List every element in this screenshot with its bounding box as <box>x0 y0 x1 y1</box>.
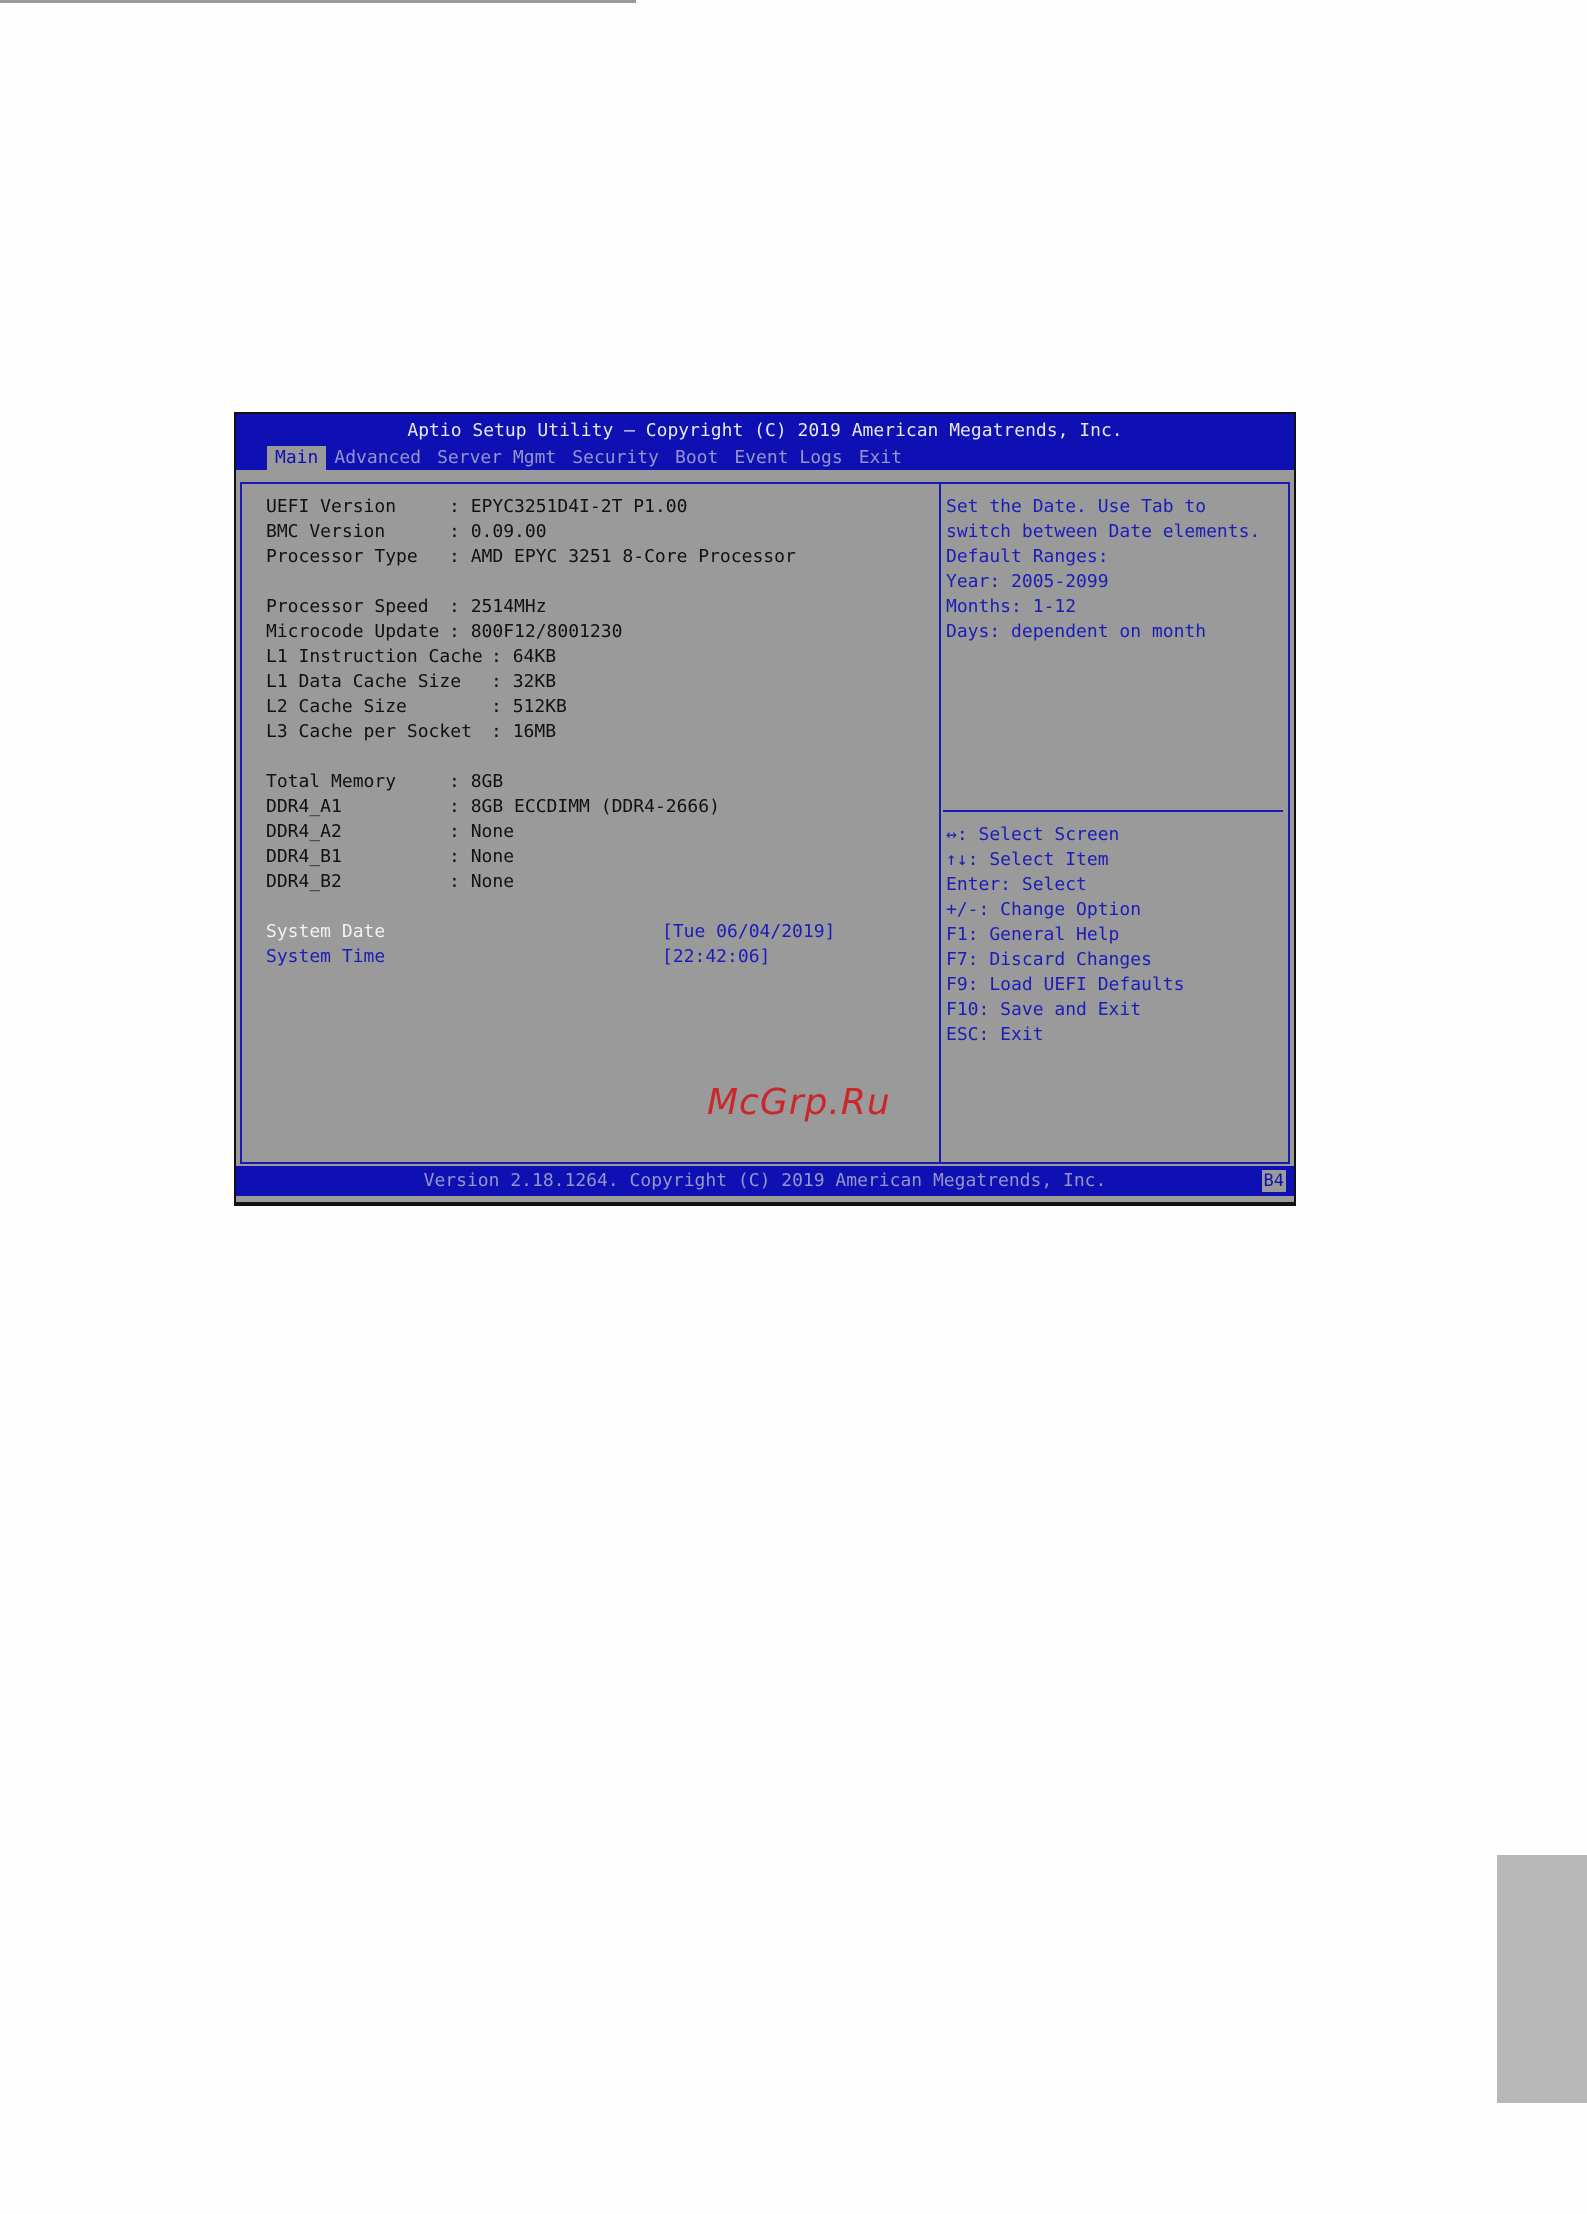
info-separator: : <box>491 646 513 667</box>
system-time-value[interactable]: [22:42:06] <box>662 944 770 969</box>
info-row-l1-data-cache-size: L1 Data Cache Size: 32KB <box>266 669 556 694</box>
key-help-save-exit: F10: Save and Exit <box>946 999 1142 1020</box>
system-date-label[interactable]: System Date <box>266 919 385 944</box>
help-text-line: Year: 2005-2099 <box>946 571 1109 592</box>
info-row-uefi-version: UEFI Version: EPYC3251D4I-2T P1.00 <box>266 494 687 519</box>
info-value: 512KB <box>512 696 567 717</box>
info-row-processor-type: Processor Type: AMD EPYC 3251 8-Core Pro… <box>266 544 796 569</box>
footer-badge: B4 <box>1261 1170 1286 1192</box>
info-row-ddr4-b1: DDR4_B1: None <box>266 844 514 869</box>
footer-version-text: Version 2.18.1264. Copyright (C) 2019 Am… <box>423 1170 1107 1191</box>
info-label: Total Memory <box>266 771 397 792</box>
info-label: DDR4_B2 <box>266 871 342 892</box>
tab-event-logs[interactable]: Event Logs <box>726 446 850 470</box>
key-help-discard-changes: F7: Discard Changes <box>946 949 1152 970</box>
tab-advanced[interactable]: Advanced <box>326 446 429 470</box>
info-row-ddr4-a1: DDR4_A1: 8GB ECCDIMM (DDR4-2666) <box>266 794 720 819</box>
help-text-line: switch between Date elements. <box>946 521 1261 542</box>
info-row-microcode-update: Microcode Update: 800F12/8001230 <box>266 619 622 644</box>
info-label: Processor Speed <box>266 596 429 617</box>
system-date-value[interactable]: [Tue 06/04/2019] <box>662 919 835 944</box>
info-label: UEFI Version <box>266 496 397 517</box>
info-row-l2-cache-size: L2 Cache Size: 512KB <box>266 694 567 719</box>
info-row-bmc-version: BMC Version: 0.09.00 <box>266 519 547 544</box>
info-value: None <box>470 871 515 892</box>
help-text-line: Set the Date. Use Tab to <box>946 496 1207 517</box>
info-label: L3 Cache per Socket <box>266 721 472 742</box>
info-row-processor-speed: Processor Speed: 2514MHz <box>266 594 547 619</box>
info-label: L1 Data Cache Size <box>266 671 462 692</box>
tab-exit[interactable]: Exit <box>851 446 910 470</box>
key-help-select-item: ↑↓: Select Item <box>946 849 1109 870</box>
info-separator: : <box>491 696 513 717</box>
bios-title: Aptio Setup Utility – Copyright (C) 2019… <box>407 420 1123 441</box>
tab-boot[interactable]: Boot <box>667 446 726 470</box>
info-separator: : <box>449 846 471 867</box>
info-label: L2 Cache Size <box>266 696 407 717</box>
info-separator: : <box>449 621 471 642</box>
info-value: None <box>470 821 515 842</box>
info-separator: : <box>491 671 513 692</box>
info-label: Processor Type <box>266 546 418 567</box>
help-panel: Set the Date. Use Tab to switch between … <box>939 482 1290 1164</box>
help-text-line: Days: dependent on month <box>946 621 1207 642</box>
info-separator: : <box>449 546 471 567</box>
info-value: 8GB ECCDIMM (DDR4-2666) <box>470 796 720 817</box>
info-value: 16MB <box>512 721 557 742</box>
info-row-ddr4-b2: DDR4_B2: None <box>266 869 514 894</box>
info-label: DDR4_A2 <box>266 821 342 842</box>
info-separator: : <box>449 821 471 842</box>
tab-main[interactable]: Main <box>267 446 327 470</box>
key-help-esc-exit: ESC: Exit <box>946 1024 1044 1045</box>
info-separator: : <box>449 596 471 617</box>
info-row-l3-cache-per-socket: L3 Cache per Socket: 16MB <box>266 719 556 744</box>
tab-bar: Main Advanced Server Mgmt Security Boot … <box>267 446 910 470</box>
bios-header: Aptio Setup Utility – Copyright (C) 2019… <box>236 414 1294 470</box>
info-row-l1-instruction-cache: L1 Instruction Cache: 64KB <box>266 644 556 669</box>
info-separator: : <box>449 796 471 817</box>
info-separator: : <box>449 496 471 517</box>
info-value: 2514MHz <box>470 596 547 617</box>
tab-server-mgmt[interactable]: Server Mgmt <box>429 446 564 470</box>
bios-footer: Version 2.18.1264. Copyright (C) 2019 Am… <box>236 1166 1294 1196</box>
page-top-rule <box>0 0 636 3</box>
info-label: Microcode Update <box>266 621 440 642</box>
key-help-load-defaults: F9: Load UEFI Defaults <box>946 974 1185 995</box>
info-separator: : <box>449 771 471 792</box>
info-value: 32KB <box>512 671 557 692</box>
info-label: DDR4_A1 <box>266 796 342 817</box>
key-help-general-help: F1: General Help <box>946 924 1120 945</box>
watermark: McGrp.Ru <box>707 1082 891 1123</box>
info-value: 800F12/8001230 <box>470 621 623 642</box>
page-side-tab <box>1497 1855 1587 2103</box>
info-row-ddr4-a2: DDR4_A2: None <box>266 819 514 844</box>
info-label: BMC Version <box>266 521 386 542</box>
system-time-label[interactable]: System Time <box>266 944 385 969</box>
help-divider <box>943 810 1283 812</box>
key-help-enter: Enter: Select <box>946 874 1087 895</box>
info-row-total-memory: Total Memory: 8GB <box>266 769 503 794</box>
help-text-line: Default Ranges: <box>946 546 1109 567</box>
info-value: 8GB <box>470 771 504 792</box>
info-separator: : <box>449 871 471 892</box>
info-value: EPYC3251D4I-2T P1.00 <box>470 496 688 517</box>
info-label: L1 Instruction Cache <box>266 646 483 667</box>
bios-setup-screen: Aptio Setup Utility – Copyright (C) 2019… <box>234 412 1296 1206</box>
info-value: 64KB <box>512 646 557 667</box>
help-text-line: Months: 1-12 <box>946 596 1077 617</box>
key-help-select-screen: ↔: Select Screen <box>946 824 1120 845</box>
main-settings-panel: UEFI Version: EPYC3251D4I-2T P1.00 BMC V… <box>240 482 941 1164</box>
info-value: 0.09.00 <box>470 521 547 542</box>
info-value: AMD EPYC 3251 8-Core Processor <box>470 546 796 567</box>
info-value: None <box>470 846 515 867</box>
info-separator: : <box>491 721 513 742</box>
info-label: DDR4_B1 <box>266 846 342 867</box>
tab-security[interactable]: Security <box>564 446 667 470</box>
info-separator: : <box>449 521 471 542</box>
key-help-change-option: +/-: Change Option <box>946 899 1142 920</box>
